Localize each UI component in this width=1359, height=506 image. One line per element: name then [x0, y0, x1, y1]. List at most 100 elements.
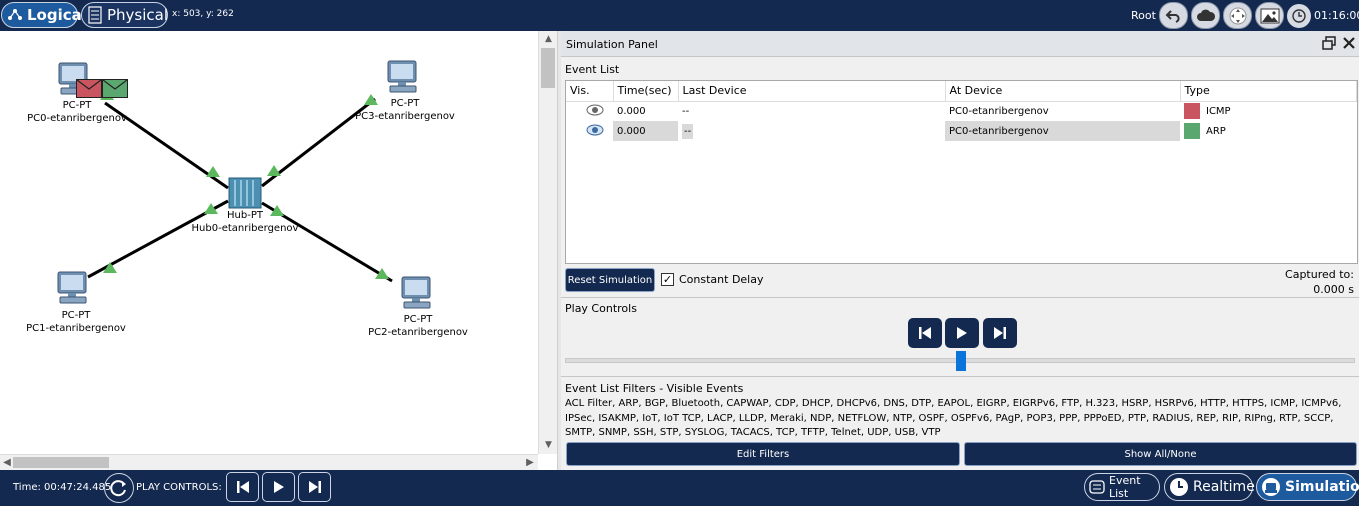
bottom-play-button[interactable] [262, 472, 295, 502]
play-button[interactable] [945, 318, 979, 348]
pc3-device[interactable] [386, 60, 424, 97]
event-row[interactable]: 0.000 -- PC0-etanribergenov ARP [566, 121, 1357, 141]
checkbox-checked-icon[interactable]: ✓ [661, 273, 674, 286]
physical-view-button[interactable]: Physical [81, 2, 168, 28]
clock-area: 01:16:00 [1287, 2, 1359, 29]
simulation-label: Simulation [1285, 479, 1359, 495]
horizontal-scroll-thumb[interactable] [13, 457, 109, 468]
step-forward-icon [994, 327, 1006, 339]
event-list-label: Event List [1109, 474, 1141, 500]
arp-color-swatch[interactable] [1184, 123, 1200, 139]
column-header-time[interactable]: Time(sec) [613, 81, 679, 102]
workspace-horizontal-scrollbar[interactable]: ◀ ▶ [0, 454, 538, 470]
edit-filters-button[interactable]: Edit Filters [566, 442, 960, 466]
column-header-vis[interactable]: Vis. [566, 81, 614, 102]
step-forward-button[interactable] [983, 318, 1017, 348]
background-image-icon[interactable] [1255, 2, 1284, 29]
hub0-name: Hub0-etanribergenov [191, 223, 299, 234]
pc2-device[interactable] [400, 276, 438, 313]
hub0-device[interactable] [228, 177, 262, 212]
cloud-icon[interactable] [1191, 2, 1220, 29]
scroll-right-icon[interactable]: ▶ [523, 455, 537, 471]
event-last-device-text: -- [682, 123, 694, 139]
play-icon [957, 327, 967, 339]
hub0-label: Hub-PT Hub0-etanribergenov [192, 209, 299, 235]
network-clock-icon[interactable] [1287, 3, 1311, 28]
event-list-table-container: Vis. Time(sec) Last Device At Device Typ… [565, 80, 1358, 264]
pc1-label: PC-PT PC1-etanribergenov [26, 309, 126, 335]
captured-to-display: Captured to: 0.000 s [1285, 267, 1354, 297]
event-filters-label: Event List Filters - Visible Events [565, 382, 744, 395]
packet-tracer-window: Logical Physical x: 503, y: 262 Root 01:… [0, 0, 1359, 506]
event-type-cell: ARP [1180, 121, 1357, 141]
realtime-label: Realtime [1193, 479, 1255, 495]
event-type: ICMP [1206, 105, 1231, 117]
event-type: ARP [1206, 125, 1226, 137]
reset-time-button[interactable] [104, 473, 134, 503]
clock-time: 01:16:00 [1314, 9, 1359, 22]
event-row[interactable]: 0.000 -- PC0-etanribergenov ICMP [566, 101, 1357, 121]
step-back-button[interactable] [908, 318, 942, 348]
pc2-label: PC-PT PC2-etanribergenov [368, 313, 468, 339]
bottom-step-forward-button[interactable] [298, 472, 331, 502]
pc3-label: PC-PT PC3-etanribergenov [355, 97, 455, 123]
pc1-device[interactable] [56, 271, 94, 308]
icmp-pdu-envelope-icon[interactable] [76, 79, 102, 98]
column-header-at-device[interactable]: At Device [945, 81, 1181, 102]
physical-label: Physical [107, 6, 169, 24]
close-icon[interactable] [1341, 35, 1357, 51]
event-time: 0.000 [617, 105, 646, 117]
realtime-mode-button[interactable]: Realtime [1164, 473, 1255, 501]
column-header-type[interactable]: Type [1180, 81, 1357, 102]
constant-delay-checkbox[interactable]: ✓ Constant Delay [661, 273, 764, 286]
scroll-down-icon[interactable]: ▼ [539, 437, 558, 453]
event-vis-cell[interactable] [566, 121, 613, 141]
pc-icon [57, 271, 87, 304]
visible-events-list: ACL Filter, ARP, BGP, Bluetooth, CAPWAP,… [565, 398, 1342, 438]
scroll-up-icon[interactable]: ▲ [539, 31, 558, 47]
simulation-stopwatch-icon [1261, 477, 1281, 497]
reset-simulation-button[interactable]: Reset Simulation [565, 268, 655, 292]
event-list-icon [1089, 480, 1105, 494]
reset-clock-icon [110, 480, 126, 497]
divider [561, 376, 1359, 377]
event-vis-cell[interactable] [566, 101, 613, 121]
play-speed-slider-thumb[interactable] [956, 351, 966, 371]
top-toolbar: Logical Physical x: 503, y: 262 Root 01:… [0, 0, 1359, 31]
simulation-mode-button[interactable]: Simulation [1256, 473, 1359, 501]
event-list-table: Vis. Time(sec) Last Device At Device Typ… [566, 81, 1357, 141]
restore-window-icon[interactable] [1321, 35, 1337, 51]
event-list-toggle-button[interactable]: Event List [1084, 473, 1160, 501]
back-arrow-icon[interactable] [1159, 2, 1188, 29]
pc1-name: PC1-etanribergenov [26, 323, 126, 334]
column-header-last-device[interactable]: Last Device [678, 81, 946, 102]
vertical-scroll-thumb[interactable] [541, 48, 555, 88]
workspace-vertical-scrollbar[interactable]: ▲ ▼ [538, 31, 557, 454]
icmp-color-swatch[interactable] [1184, 103, 1200, 120]
logical-topology-icon [7, 7, 23, 23]
pc-icon [387, 60, 417, 93]
logical-workspace[interactable]: PC-PT PC0-etanribergenov PC-PT PC3-etanr… [0, 31, 557, 470]
topology-canvas[interactable]: PC-PT PC0-etanribergenov PC-PT PC3-etanr… [0, 31, 538, 454]
captured-to-value: 0.000 s [1313, 283, 1354, 296]
hub0-type: Hub-PT [227, 210, 263, 221]
eye-icon [586, 124, 604, 135]
logical-view-button[interactable]: Logical [1, 2, 87, 28]
play-controls-label: Play Controls [565, 302, 637, 315]
scroll-left-icon[interactable]: ◀ [0, 455, 14, 471]
show-all-none-button[interactable]: Show All/None [964, 442, 1357, 466]
simulation-panel-titlebar: Simulation Panel [561, 31, 1359, 57]
pc3-name: PC3-etanribergenov [355, 111, 455, 122]
event-time: 0.000 [613, 121, 678, 141]
bottom-step-back-button[interactable] [226, 472, 259, 502]
event-at-device: PC0-etanribergenov [949, 105, 1049, 117]
move-viewport-icon[interactable] [1223, 2, 1252, 29]
event-type-cell: ICMP [1180, 101, 1357, 121]
arp-pdu-envelope-icon[interactable] [102, 79, 128, 98]
event-list-header-row: Vis. Time(sec) Last Device At Device Typ… [566, 81, 1357, 102]
cursor-coordinates: x: 503, y: 262 [172, 9, 234, 19]
eye-icon [586, 104, 604, 116]
constant-delay-label: Constant Delay [679, 273, 764, 286]
clock-icon [1169, 477, 1189, 497]
event-at-device: PC0-etanribergenov [945, 121, 1180, 141]
